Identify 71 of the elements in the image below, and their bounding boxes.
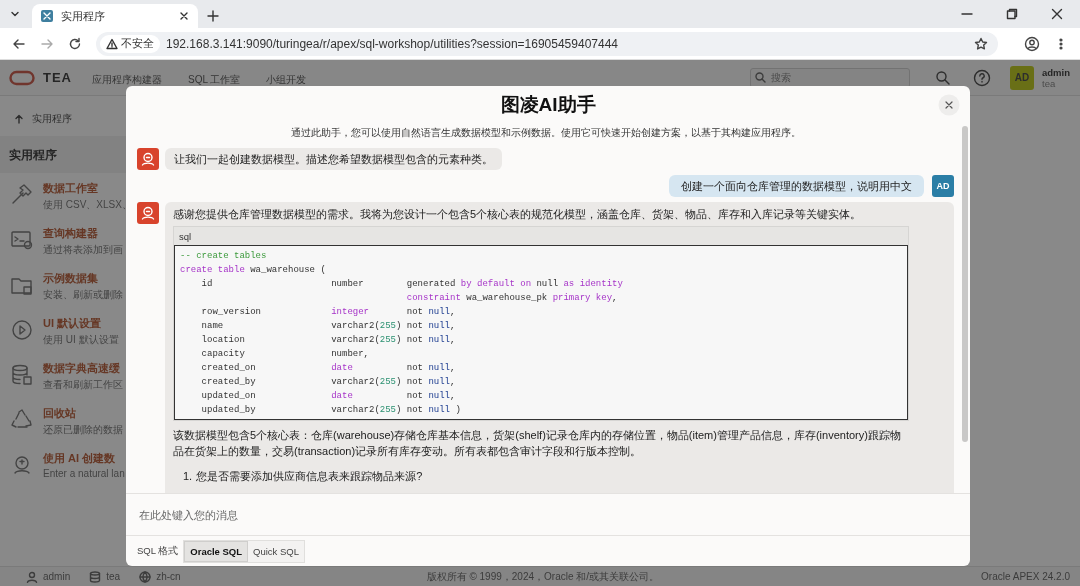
code-line: capacity number, (200, 348, 370, 361)
dialog-title: 图凌AI助手 (500, 93, 596, 117)
play-circle-icon (10, 318, 34, 342)
user-avatar[interactable]: AD (1010, 65, 1034, 90)
code-line: create table wa_warehouse ( (180, 264, 327, 277)
utility-description: 还原已删除的数据 (43, 423, 123, 437)
logo-text[interactable]: TEA (43, 70, 72, 85)
utility-link[interactable]: 数据字典高速缓 (43, 361, 123, 376)
browser-tab[interactable]: 实用程序 (32, 4, 198, 28)
intro-text: 通过此助手，您可以使用自然语言生成数据模型和示例数据。使用它可快速开始创建方案，以基于其构建应用程序。 (289, 126, 802, 140)
list-item: 1. 您是否需要添加供应商信息表来跟踪物品来源? (182, 469, 424, 484)
section-title: 实用程序 (0, 136, 126, 173)
bookmark-star-icon[interactable] (974, 36, 988, 51)
format-label: SQL 格式 (137, 544, 179, 558)
format-tab[interactable]: Quick SQL (248, 540, 304, 562)
user-name: admin (1042, 66, 1070, 78)
app-icon (40, 9, 54, 23)
logo-icon[interactable] (9, 69, 35, 86)
query-builder-icon (10, 228, 34, 252)
utility-link[interactable]: 示例数据集 (43, 271, 123, 286)
utility-link[interactable]: 查询构建器 (43, 226, 123, 241)
new-tab-icon[interactable] (206, 9, 220, 23)
user-name: admin (43, 571, 71, 582)
copyright-text: 版权所有 © 1999，2024，Oracle 和/或其关联公司。 (425, 569, 661, 584)
address-field[interactable]: 不安全 192.168.3.141:9090/turingea/r/apex/sql-workshop/utilities?session=16905459407444 (96, 31, 998, 56)
utility-description: 通过将表添加到画 (43, 243, 123, 257)
profile-icon[interactable] (1024, 35, 1040, 52)
code-line: name varchar2(255) not null, (200, 320, 457, 333)
breadcrumb-link[interactable]: 实用程序 (32, 112, 72, 126)
workspace-name: tea (106, 571, 121, 582)
warning-icon (106, 37, 118, 50)
code-line: row_version integer not null, (200, 306, 457, 319)
message-input[interactable]: 在此处键入您的消息 (137, 507, 959, 522)
utility-description: 使用 CSV、XLSX、 (43, 198, 132, 212)
code-line: created_by varchar2(255) not null, (200, 376, 457, 389)
message-bubble: 让我们一起创建数据模型。描述您希望数据模型包含的元素种类。 (165, 148, 502, 170)
utility-link[interactable]: UI 默认设置 (43, 316, 119, 331)
scrollbar[interactable] (962, 126, 968, 442)
format-tab[interactable]: Oracle SQL (184, 540, 249, 562)
code-line: location varchar2(255) not null, (200, 334, 457, 347)
code-line: created_on date not null, (200, 362, 457, 375)
database-icon (10, 363, 34, 387)
nav-item[interactable]: SQL 工作室 (188, 68, 241, 87)
user-avatar: AD (932, 175, 954, 197)
version-label: Oracle APEX 24.2.0 (981, 571, 1070, 582)
nav-item[interactable]: 应用程序构建器 (92, 68, 162, 87)
search-icon[interactable] (935, 69, 951, 86)
language-label: zh-cn (156, 571, 181, 582)
utility-description: Enter a natural lan (43, 468, 125, 479)
code-line: constraint wa_warehouse_pk primary key, (405, 292, 619, 305)
code-line: updated_by varchar2(255) not null ) (200, 404, 462, 417)
reload-icon[interactable] (68, 36, 82, 51)
code-line: -- create tables (180, 250, 268, 263)
close-icon[interactable] (1051, 8, 1063, 20)
code-line: id number generated by default on null as identity (200, 278, 624, 291)
restore-icon[interactable] (1006, 8, 1018, 20)
code-line: updated_on date not null, (200, 390, 457, 403)
nav-item[interactable]: 小组开发 (266, 68, 307, 87)
up-arrow-icon[interactable] (14, 114, 24, 124)
user-icon (26, 570, 38, 583)
utility-link[interactable]: 使用 AI 创建数 (43, 451, 125, 466)
message-text: 该数据模型包含5个核心表：仓库(warehouse)存储仓库基本信息，货架(shelf)记录仓库内的存储位置，物品(item)管理产品信息，库存(inventory)跟踪物品在货架上的数量，交易(transaction)记录所有库存变动。所有表都包含审计字段和行版本控制。 (173, 428, 902, 459)
globe-icon (139, 570, 152, 583)
message-bubble: 创建一个面向仓库管理的数据模型，说明用中文 (669, 175, 924, 197)
database-icon (89, 570, 102, 583)
close-icon[interactable] (178, 10, 190, 22)
security-chip[interactable]: 不安全 (100, 34, 160, 53)
help-icon[interactable] (973, 68, 991, 87)
message-text: 感谢您提供仓库管理数据模型的需求。我将为您设计一个包含5个核心表的规范化模型，涵盖仓库、货架、物品、库存和入库记录等关键实体。 (173, 207, 863, 222)
code-language-label: sql (178, 230, 193, 244)
utility-link[interactable]: 回收站 (43, 406, 123, 421)
